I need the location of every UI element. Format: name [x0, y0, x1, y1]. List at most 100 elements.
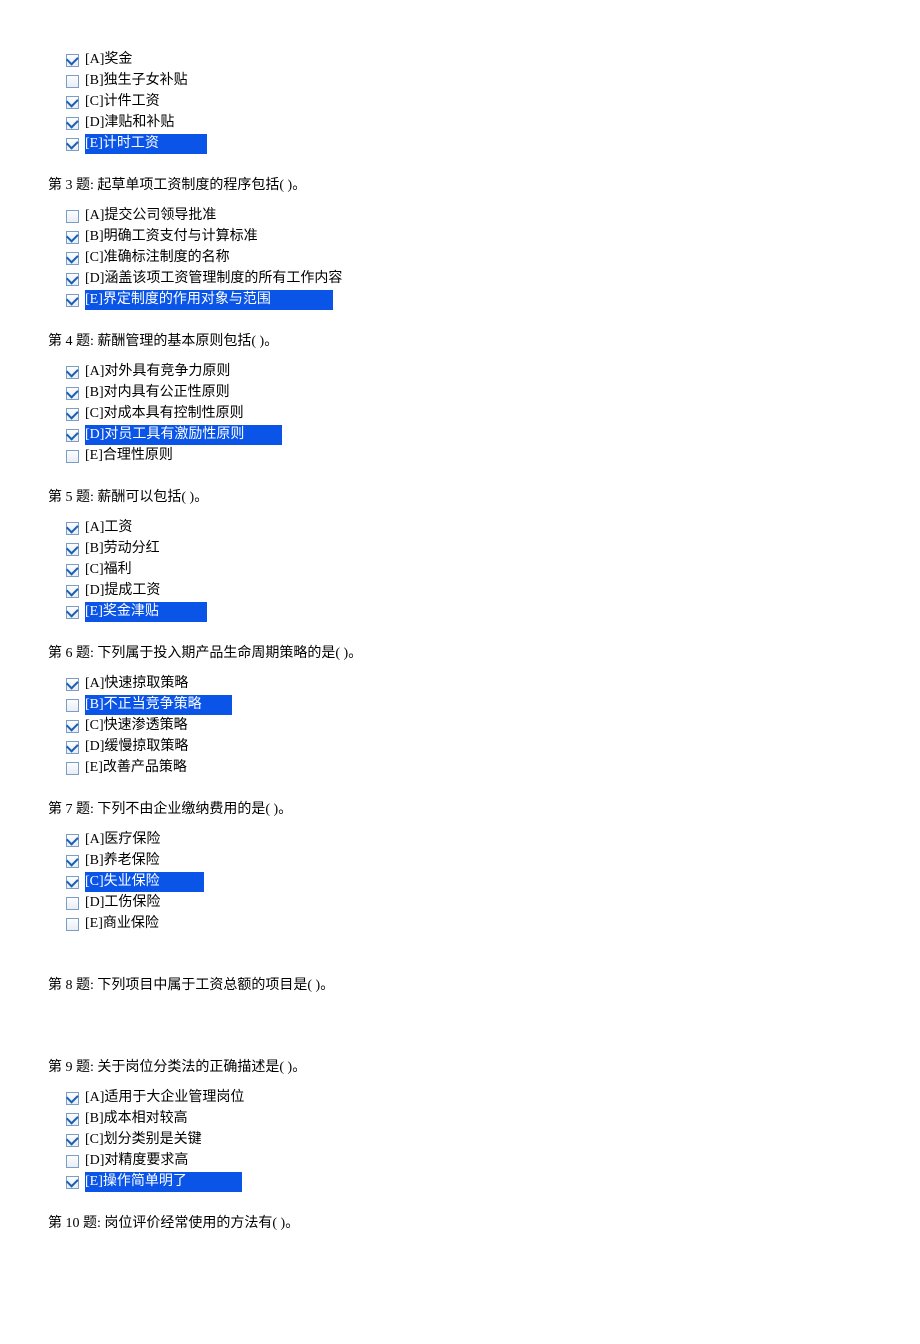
option-label: [E]合理性原则 — [85, 446, 173, 466]
option-label: [C]划分类别是关键 — [85, 1130, 202, 1150]
checkbox[interactable] — [66, 1155, 79, 1168]
option-label: [C]准确标注制度的名称 — [85, 248, 230, 268]
option-row: [A]对外具有竞争力原则 — [66, 362, 872, 382]
checkbox[interactable] — [66, 762, 79, 775]
option-row: [A]适用于大企业管理岗位 — [66, 1088, 872, 1108]
checkbox[interactable] — [66, 231, 79, 244]
option-label: [B]成本相对较高 — [85, 1109, 188, 1129]
checkbox[interactable] — [66, 252, 79, 265]
option-label: [E]界定制度的作用对象与范围 — [85, 290, 333, 310]
options-list: [A]医疗保险[B]养老保险[C]失业保险 [D]工伤保险[E]商业保险 — [48, 830, 872, 934]
option-label: [A]工资 — [85, 518, 132, 538]
option-row: [C]失业保险 — [66, 872, 872, 892]
checkbox[interactable] — [66, 96, 79, 109]
option-row: [D]涵盖该项工资管理制度的所有工作内容 — [66, 269, 872, 289]
question-title: 第 10 题: 岗位评价经常使用的方法有( )。 — [48, 1212, 872, 1232]
option-row: [B]独生子女补贴 — [66, 71, 872, 91]
checkbox[interactable] — [66, 138, 79, 151]
question-title: 第 4 题: 薪酬管理的基本原则包括( )。 — [48, 330, 872, 350]
options-list: [A]奖金[B]独生子女补贴[C]计件工资[D]津贴和补贴[E]计时工资 — [48, 50, 872, 154]
checkbox[interactable] — [66, 720, 79, 733]
question-block: 第 5 题: 薪酬可以包括( )。[A]工资[B]劳动分红[C]福利[D]提成工… — [48, 486, 872, 622]
option-row: [A]医疗保险 — [66, 830, 872, 850]
option-label: [B]明确工资支付与计算标准 — [85, 227, 258, 247]
question-block: 第 3 题: 起草单项工资制度的程序包括( )。[A]提交公司领导批准[B]明确… — [48, 174, 872, 310]
option-label: [E]计时工资 — [85, 134, 207, 154]
checkbox[interactable] — [66, 117, 79, 130]
checkbox[interactable] — [66, 834, 79, 847]
option-row: [B]劳动分红 — [66, 539, 872, 559]
spacer — [48, 1006, 872, 1036]
option-row: [B]明确工资支付与计算标准 — [66, 227, 872, 247]
option-row: [C]对成本具有控制性原则 — [66, 404, 872, 424]
option-label: [E]改善产品策略 — [85, 758, 187, 778]
option-row: [E]操作简单明了 — [66, 1172, 872, 1192]
option-label: [C]快速渗透策略 — [85, 716, 188, 736]
exam-content: [A]奖金[B]独生子女补贴[C]计件工资[D]津贴和补贴[E]计时工资 第 3… — [48, 50, 872, 1274]
option-row: [A]工资 — [66, 518, 872, 538]
option-row: [D]工伤保险 — [66, 893, 872, 913]
option-row: [B]养老保险 — [66, 851, 872, 871]
checkbox[interactable] — [66, 522, 79, 535]
question-block: 第 10 题: 岗位评价经常使用的方法有( )。 — [48, 1212, 872, 1274]
option-label: [A]对外具有竞争力原则 — [85, 362, 230, 382]
checkbox[interactable] — [66, 387, 79, 400]
checkbox[interactable] — [66, 450, 79, 463]
checkbox[interactable] — [66, 366, 79, 379]
option-label: [D]津贴和补贴 — [85, 113, 174, 133]
option-row: [D]对精度要求高 — [66, 1151, 872, 1171]
question-title: 第 9 题: 关于岗位分类法的正确描述是( )。 — [48, 1056, 872, 1076]
question-block: 第 9 题: 关于岗位分类法的正确描述是( )。 [A]适用于大企业管理岗位[B]… — [48, 1056, 872, 1192]
question-block: 第 4 题: 薪酬管理的基本原则包括( )。[A]对外具有竞争力原则[B]对内具… — [48, 330, 872, 466]
checkbox[interactable] — [66, 408, 79, 421]
option-label: [A]快速掠取策略 — [85, 674, 188, 694]
checkbox[interactable] — [66, 897, 79, 910]
checkbox[interactable] — [66, 75, 79, 88]
option-row: [C]划分类别是关键 — [66, 1130, 872, 1150]
option-label: [A]奖金 — [85, 50, 132, 70]
checkbox[interactable] — [66, 210, 79, 223]
checkbox[interactable] — [66, 1113, 79, 1126]
option-label: [B]独生子女补贴 — [85, 71, 188, 91]
option-row: [D]提成工资 — [66, 581, 872, 601]
spacer — [48, 954, 872, 974]
options-list: [A]工资[B]劳动分红[C]福利[D]提成工资[E]奖金津贴 — [48, 518, 872, 622]
checkbox[interactable] — [66, 876, 79, 889]
checkbox[interactable] — [66, 585, 79, 598]
checkbox[interactable] — [66, 1092, 79, 1105]
options-list: [A]快速掠取策略[B]不正当竞争策略 [C]快速渗透策略[D]缓慢掠取策略[E… — [48, 674, 872, 778]
option-row: [E]奖金津贴 — [66, 602, 872, 622]
option-label: [D]对精度要求高 — [85, 1151, 188, 1171]
checkbox[interactable] — [66, 543, 79, 556]
question-title: 第 6 题: 下列属于投入期产品生命周期策略的是( )。 — [48, 642, 872, 662]
option-row: [C]福利 — [66, 560, 872, 580]
checkbox[interactable] — [66, 1176, 79, 1189]
option-label: [D]提成工资 — [85, 581, 160, 601]
option-row: [B]成本相对较高 — [66, 1109, 872, 1129]
options-list: [A]适用于大企业管理岗位[B]成本相对较高[C]划分类别是关键[D]对精度要求… — [48, 1088, 872, 1192]
checkbox[interactable] — [66, 678, 79, 691]
option-label: [A]医疗保险 — [85, 830, 160, 850]
checkbox[interactable] — [66, 1134, 79, 1147]
checkbox[interactable] — [66, 606, 79, 619]
option-row: [A]提交公司领导批准 — [66, 206, 872, 226]
option-row: [C]快速渗透策略 — [66, 716, 872, 736]
option-label: [E]操作简单明了 — [85, 1172, 242, 1192]
checkbox[interactable] — [66, 273, 79, 286]
checkbox[interactable] — [66, 54, 79, 67]
spacer — [48, 1244, 872, 1274]
option-label: [C]失业保险 — [85, 872, 204, 892]
checkbox[interactable] — [66, 855, 79, 868]
checkbox[interactable] — [66, 294, 79, 307]
option-label: [D]涵盖该项工资管理制度的所有工作内容 — [85, 269, 342, 289]
option-label: [C]计件工资 — [85, 92, 160, 112]
option-row: [D]对员工具有激励性原则 — [66, 425, 872, 445]
checkbox[interactable] — [66, 429, 79, 442]
option-row: [E]商业保险 — [66, 914, 872, 934]
checkbox[interactable] — [66, 741, 79, 754]
question-title: 第 7 题: 下列不由企业缴纳费用的是( )。 — [48, 798, 872, 818]
checkbox[interactable] — [66, 918, 79, 931]
checkbox[interactable] — [66, 564, 79, 577]
checkbox[interactable] — [66, 699, 79, 712]
option-row: [A]快速掠取策略 — [66, 674, 872, 694]
